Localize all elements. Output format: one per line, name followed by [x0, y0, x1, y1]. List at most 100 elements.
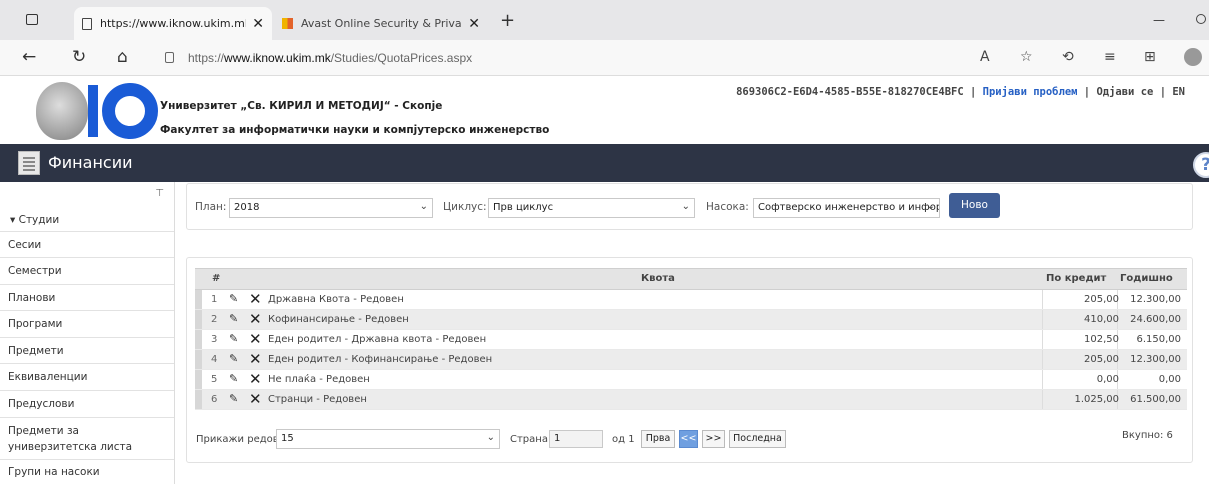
sidebar-item-plans[interactable]: Планови	[0, 285, 174, 311]
table-row[interactable]: 4 ✎ ✕ Еден родител - Кофинансирање - Редове…	[195, 350, 1187, 370]
first-page-button[interactable]: Прва	[641, 430, 675, 448]
delete-x-icon[interactable]: ✕	[249, 330, 262, 348]
row-number: 6	[211, 394, 218, 405]
favorites-list-icon[interactable]: ≡	[1104, 49, 1116, 65]
help-icon[interactable]: ?	[1193, 152, 1209, 178]
restore-icon[interactable]	[1196, 14, 1206, 24]
tab-iknow[interactable]: https://www.iknow.ukim.mk/Stu ✕	[74, 7, 272, 40]
chevron-down-icon: ⌄	[486, 432, 495, 443]
price-per-credit: 102,50	[1084, 334, 1119, 345]
delete-x-icon[interactable]: ✕	[249, 310, 262, 328]
pencil-edit-icon[interactable]: ✎	[229, 332, 238, 345]
delete-x-icon[interactable]: ✕	[249, 350, 262, 368]
pencil-edit-icon[interactable]: ✎	[229, 372, 238, 385]
table-row[interactable]: 6 ✎ ✕ Странци - Редовен 1.025,00 61.500,00	[195, 390, 1187, 410]
header-links: 869306C2-E6D4-4585-B55E-818270CE4BFC | П…	[736, 86, 1185, 98]
delete-x-icon[interactable]: ✕	[249, 390, 262, 408]
sidebar-item-track-groups[interactable]: Групи на насоки	[0, 460, 174, 484]
chevron-down-icon: ⌄	[681, 201, 690, 212]
sidebar-item-programs[interactable]: Програми	[0, 311, 174, 338]
chevron-down-icon: ⌄	[926, 201, 935, 212]
collections-icon[interactable]: ⊞	[1144, 49, 1156, 65]
tab-avast[interactable]: Avast Online Security & Privacy ✕	[274, 7, 488, 40]
col-yearly[interactable]: Годишно	[1120, 273, 1173, 284]
sidebar-item-semesters[interactable]: Семестри	[0, 258, 174, 285]
home-icon[interactable]: ⌂	[117, 47, 128, 67]
url-prefix: https://	[188, 51, 225, 65]
university-name: Универзитет „Св. КИРИЛ И МЕТОДИЈ“ - Скоп…	[160, 100, 443, 112]
page-input[interactable]: 1	[549, 430, 603, 448]
track-label: Насока:	[706, 201, 749, 213]
table-row[interactable]: 3 ✎ ✕ Еден родител - Државна квота - Редове…	[195, 330, 1187, 350]
price-yearly: 6.150,00	[1136, 334, 1181, 345]
col-per-credit[interactable]: По кредит	[1046, 273, 1106, 284]
row-number: 3	[211, 334, 218, 345]
pin-icon[interactable]: ⊤	[155, 188, 164, 199]
pencil-edit-icon[interactable]: ✎	[229, 352, 238, 365]
row-stripe	[195, 350, 202, 369]
close-tab-icon[interactable]: ✕	[252, 16, 264, 32]
site-header: Универзитет „Св. КИРИЛ И МЕТОДИЈ“ - Скоп…	[0, 76, 1209, 144]
rows-per-page-select[interactable]: 15 ⌄	[276, 429, 500, 449]
sidebar-item-prerequisites[interactable]: Предуслови	[0, 391, 174, 418]
row-number: 2	[211, 314, 218, 325]
sidebar-item-university-list[interactable]: Предмети за универзитетска листа	[0, 418, 174, 460]
track-select[interactable]: Софтверско инженерство и инфор ⌄	[753, 198, 940, 218]
close-tab-icon[interactable]: ✕	[468, 16, 480, 32]
price-yearly: 12.300,00	[1130, 294, 1181, 305]
table-row[interactable]: 1 ✎ ✕ Државна Квота - Редовен 205,00 12.300,0…	[195, 290, 1187, 310]
read-aloud-icon[interactable]: A	[980, 49, 990, 65]
quota-name: Државна Квота - Редовен	[268, 294, 404, 305]
report-problem-link[interactable]: Пријави проблем	[983, 86, 1078, 98]
back-arrow-icon[interactable]: ←	[22, 47, 36, 67]
new-tab-button[interactable]: +	[500, 10, 515, 31]
column-divider	[1042, 370, 1043, 389]
pencil-edit-icon[interactable]: ✎	[229, 292, 238, 305]
sidebar-section-studies[interactable]: ▾ Студии	[0, 206, 174, 232]
avast-icon	[282, 18, 293, 29]
price-yearly: 61.500,00	[1130, 394, 1181, 405]
extensions-icon[interactable]: ⟲	[1062, 49, 1074, 65]
show-rows-label: Прикажи редови:	[196, 434, 289, 445]
price-per-credit: 0,00	[1096, 374, 1119, 385]
row-number: 1	[211, 294, 218, 305]
quota-name: Кофинансирање - Редовен	[268, 314, 409, 325]
price-per-credit: 410,00	[1084, 314, 1119, 325]
next-page-button[interactable]: >>	[702, 430, 725, 448]
address-input[interactable]: https://www.iknow.ukim.mk/Studies/QuotaP…	[188, 51, 472, 65]
prev-page-button[interactable]: <<	[679, 430, 698, 448]
cycle-select[interactable]: Прв циклус ⌄	[488, 198, 695, 218]
row-stripe	[195, 290, 202, 309]
minimize-button[interactable]: —	[1153, 13, 1165, 27]
last-page-button[interactable]: Последна	[729, 430, 786, 448]
delete-x-icon[interactable]: ✕	[249, 370, 262, 388]
delete-x-icon[interactable]: ✕	[249, 290, 262, 308]
lock-icon[interactable]	[165, 52, 174, 63]
refresh-icon[interactable]: ↻	[72, 47, 86, 67]
logout-link[interactable]: Одјави се	[1096, 86, 1153, 98]
sidebar-item-equivalences[interactable]: Еквиваленции	[0, 364, 174, 391]
sidebar-item-subjects[interactable]: Предмети	[0, 338, 174, 364]
pencil-edit-icon[interactable]: ✎	[229, 312, 238, 325]
of-pages-label: од 1	[612, 434, 635, 445]
column-divider	[1042, 290, 1043, 309]
language-link[interactable]: EN	[1172, 86, 1185, 98]
pencil-edit-icon[interactable]: ✎	[229, 392, 238, 405]
cycle-label: Циклус:	[443, 201, 487, 213]
table-row[interactable]: 5 ✎ ✕ Не плаќа - Редовен 0,00 0,00	[195, 370, 1187, 390]
profile-avatar-icon[interactable]	[1184, 48, 1202, 66]
sidebar-item-sessions[interactable]: Сесии	[0, 232, 174, 258]
page-label: Страна	[510, 434, 548, 445]
faculty-name: Факултет за информатички науки и компјут…	[160, 124, 550, 136]
tab-actions-icon[interactable]	[26, 14, 38, 25]
url-path: /Studies/QuotaPrices.aspx	[330, 51, 473, 65]
plan-select[interactable]: 2018 ⌄	[229, 198, 433, 218]
col-quota[interactable]: Квота	[641, 273, 675, 284]
favorite-star-icon[interactable]: ☆	[1020, 49, 1033, 65]
row-stripe	[195, 370, 202, 389]
table-row[interactable]: 2 ✎ ✕ Кофинансирање - Редовен 410,00 24.600,0…	[195, 310, 1187, 330]
new-button[interactable]: Ново	[949, 193, 1000, 218]
col-number: #	[212, 273, 221, 284]
quota-name: Еден родител - Државна квота - Редовен	[268, 334, 487, 345]
session-id: 869306C2-E6D4-4585-B55E-818270CE4BFC	[736, 86, 964, 98]
